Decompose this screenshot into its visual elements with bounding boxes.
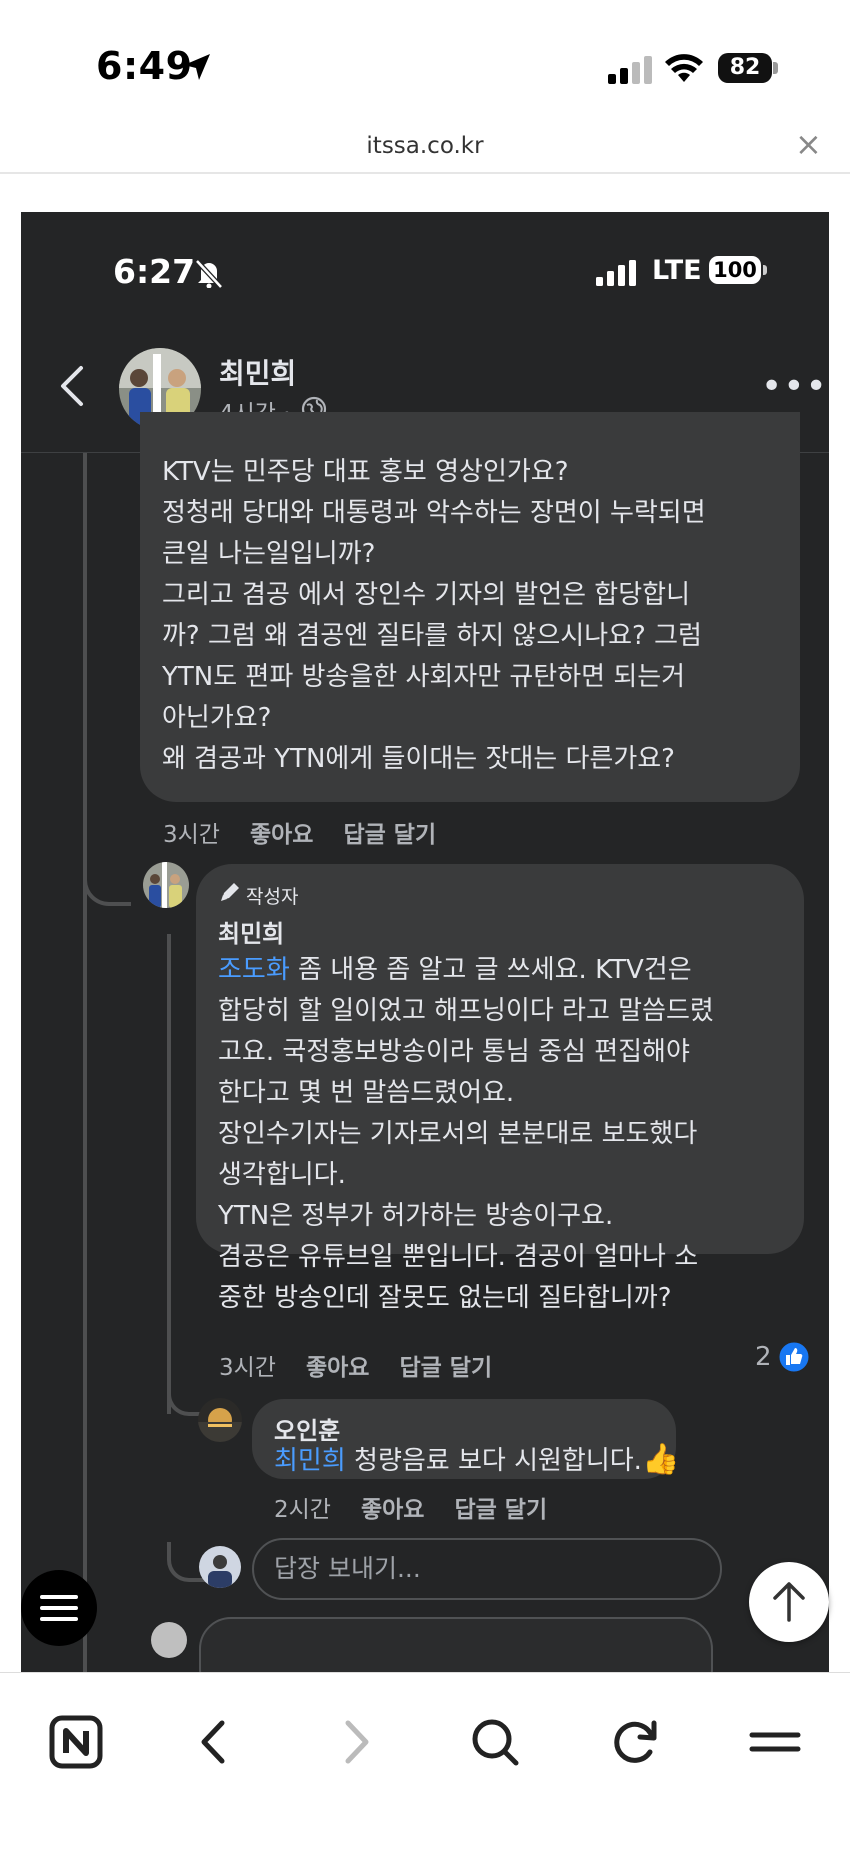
thumbs-up-emoji: 👍 (641, 1442, 680, 1477)
comment-meta: 2시간 좋아요 답글 달기 (274, 1490, 577, 1524)
network-type: LTE (652, 255, 702, 286)
comment-body: 청량음료 보다 시원합니다. (345, 1446, 642, 1476)
embedded-screenshot: 6:27 LTE 100 최민희 4시간 · ••• (21, 212, 829, 1672)
comment-text: 최민희 청량음료 보다 시원합니다.👍 (274, 1439, 679, 1482)
comment-time: 3시간 (163, 822, 220, 848)
inner-signal-icon (596, 260, 636, 286)
comment-body: 좀 내용 좀 알고 글 쓰세요. KTV건은 합당히 할 일이었고 해프닝이다 … (218, 955, 714, 1313)
like-button[interactable]: 좋아요 (250, 822, 313, 848)
comment-text: 조도화 좀 내용 좀 알고 글 쓰세요. KTV건은 합당히 할 일이었고 해프… (218, 950, 798, 1319)
comment-bubble: 작성자 최민희 조도화 좀 내용 좀 알고 글 쓰세요. KTV건은 합당히 할… (196, 864, 804, 1313)
battery-level: 82 (718, 53, 772, 83)
avatar (199, 1546, 241, 1588)
back-arrow-icon[interactable] (57, 364, 85, 408)
reply-button[interactable]: 답글 달기 (399, 1355, 492, 1381)
comment-time: 3시간 (219, 1355, 276, 1381)
address-bar-url[interactable]: itssa.co.kr (0, 133, 850, 159)
address-bar-divider (0, 172, 850, 174)
browser-toolbar (0, 1672, 850, 1850)
forward-icon[interactable] (320, 1707, 390, 1777)
comment-author[interactable]: 최민희 (218, 914, 284, 949)
comment-bubble: 오인훈 최민희 청량음료 보다 시원합니다.👍 (252, 1399, 679, 1482)
more-options-icon[interactable]: ••• (761, 369, 828, 405)
bell-muted-icon (195, 259, 223, 288)
comment-time: 2시간 (274, 1497, 331, 1523)
comment-meta: 3시간 좋아요 답글 달기 (219, 1348, 522, 1382)
location-arrow-icon (184, 54, 210, 80)
like-reaction-icon (778, 1341, 810, 1373)
status-time: 6:49 (96, 44, 193, 88)
naver-icon[interactable] (41, 1707, 111, 1777)
arrow-up-icon (773, 1582, 805, 1622)
reaction-count[interactable]: 2 (755, 1342, 772, 1372)
search-icon[interactable] (460, 1707, 530, 1777)
reply-input[interactable]: 답장 보내기... (252, 1538, 722, 1600)
close-icon[interactable]: × (795, 128, 822, 160)
hamburger-menu-button[interactable] (21, 1570, 97, 1646)
avatar[interactable] (198, 1398, 242, 1442)
scroll-to-top-button[interactable] (749, 1562, 829, 1642)
reply-button[interactable]: 답글 달기 (454, 1497, 547, 1523)
thread-line (83, 453, 87, 1672)
inner-status-time: 6:27 (113, 252, 196, 291)
thread-curve (83, 852, 131, 906)
reload-icon[interactable] (600, 1707, 670, 1777)
author-badge: 작성자 (246, 886, 299, 908)
inner-battery-tip (763, 265, 767, 275)
post-author-name[interactable]: 최민희 (219, 352, 296, 392)
next-comment-bubble (199, 1617, 713, 1672)
reply-button[interactable]: 답글 달기 (343, 822, 436, 848)
inner-battery-level: 100 (709, 256, 761, 284)
comment-text: KTV는 민주당 대표 홍보 영상인가요? 정청래 당대와 대통령과 악수하는 … (162, 457, 706, 774)
back-icon[interactable] (180, 1707, 250, 1777)
menu-icon[interactable] (740, 1707, 810, 1777)
pencil-icon (221, 883, 239, 901)
cellular-signal-icon (608, 56, 652, 84)
next-comment-avatar (151, 1622, 187, 1658)
battery-tip (773, 62, 778, 74)
comment-meta: 3시간 좋아요 답글 달기 (163, 815, 466, 849)
mention-link[interactable]: 조도화 (218, 955, 290, 985)
thread-line-nested (167, 934, 171, 1414)
comment-bubble: KTV는 민주당 대표 홍보 영상인가요? 정청래 당대와 대통령과 악수하는 … (140, 412, 800, 802)
mention-link[interactable]: 최민희 (274, 1446, 346, 1476)
wifi-icon (665, 54, 703, 82)
avatar[interactable] (143, 862, 189, 908)
like-button[interactable]: 좋아요 (361, 1497, 424, 1523)
like-button[interactable]: 좋아요 (306, 1355, 369, 1381)
